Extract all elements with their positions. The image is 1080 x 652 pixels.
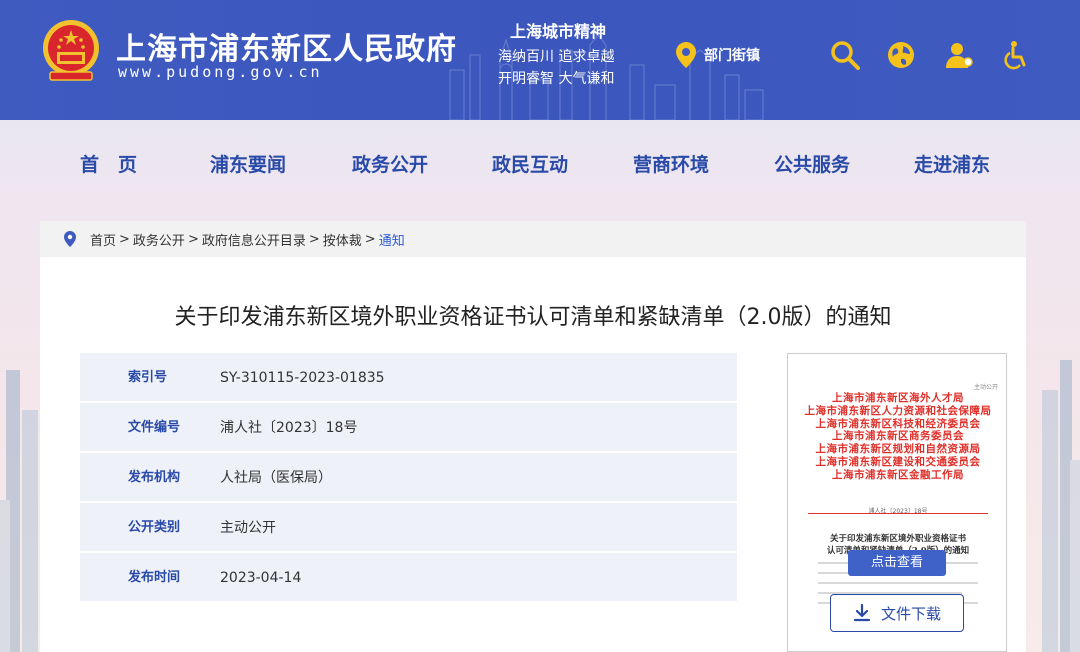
- preview-issuer-line: 上海市浦东新区建设和交通委员会: [815, 455, 981, 468]
- download-label: 文件下载: [880, 604, 941, 623]
- dept-street-label: 部门街镇: [704, 48, 760, 64]
- meta-value: 人社局（医保局）: [220, 470, 332, 486]
- breadcrumb-separator: >: [187, 231, 199, 247]
- meta-value: SY-310115-2023-01835: [220, 370, 385, 386]
- meta-value: 浦人社〔2023〕18号: [220, 420, 358, 436]
- city-spirit-title: 上海城市精神: [510, 22, 607, 41]
- breadcrumb-by-genre[interactable]: 按体裁: [323, 230, 362, 249]
- preview-issuer-line: 上海市浦东新区商务委员会: [832, 430, 964, 443]
- download-file-button[interactable]: 文件下载: [830, 594, 964, 632]
- meta-value: 主动公开: [220, 520, 276, 536]
- nav-item-public-service[interactable]: 公共服务: [774, 150, 850, 177]
- user-icon[interactable]: [944, 40, 974, 70]
- location-pin-icon: [64, 231, 76, 247]
- document-preview: 主动公开 上海市浦东新区海外人才局 上海市浦东新区人力资源和社会保障局 上海市浦…: [787, 353, 1007, 652]
- view-document-button[interactable]: 点击查看: [848, 550, 946, 576]
- city-spirit-line: 开明睿智 大气谦和: [498, 71, 615, 87]
- meta-key: 索引号: [128, 370, 168, 385]
- preview-doc-title-line: 关于印发浦东新区境外职业资格证书: [829, 534, 966, 544]
- meta-key: 发布时间: [128, 570, 181, 585]
- preview-issuer-line: 上海市浦东新区人力资源和社会保障局: [804, 404, 992, 417]
- site-header: 上海市浦东新区人民政府 www.pudong.gov.cn 上海城市精神 海纳百…: [0, 0, 1080, 120]
- meta-row-index: 索引号 SY-310115-2023-01835: [80, 353, 737, 403]
- site-url: www.pudong.gov.cn: [118, 63, 323, 81]
- breadcrumb: 首页 > 政务公开 > 政府信息公开目录 > 按体裁 > 通知: [40, 221, 1026, 257]
- city-spirit-line: 海纳百川 追求卓越: [498, 49, 615, 65]
- nav-item-gov-affairs[interactable]: 政务公开: [352, 150, 428, 177]
- globe-icon[interactable]: [886, 40, 916, 70]
- nav-item-pudong-news[interactable]: 浦东要闻: [210, 150, 286, 177]
- city-decoration: [0, 370, 38, 652]
- city-decoration: [1042, 360, 1080, 652]
- preview-issuer-line: 上海市浦东新区海外人才局: [832, 392, 964, 404]
- meta-value: 2023-04-14: [220, 570, 302, 586]
- meta-row-category: 公开类别 主动公开: [80, 503, 737, 553]
- content-card: 首页 > 政务公开 > 政府信息公开目录 > 按体裁 > 通知 关于印发浦东新区…: [40, 221, 1026, 652]
- nav-item-about-pudong[interactable]: 走进浦东: [914, 150, 990, 177]
- nav-item-business[interactable]: 营商环境: [633, 150, 709, 177]
- meta-row-doc-number: 文件编号 浦人社〔2023〕18号: [80, 403, 737, 453]
- preview-issuer-header: 上海市浦东新区海外人才局 上海市浦东新区人力资源和社会保障局 上海市浦东新区科技…: [798, 392, 998, 482]
- meta-key: 发布机构: [128, 470, 181, 485]
- breadcrumb-gov-affairs[interactable]: 政务公开: [133, 230, 185, 249]
- accessibility-icon[interactable]: [1000, 40, 1030, 70]
- breadcrumb-home[interactable]: 首页: [90, 230, 116, 249]
- breadcrumb-separator: >: [364, 231, 376, 247]
- location-icon: [676, 42, 696, 68]
- nav-item-interaction[interactable]: 政民互动: [492, 150, 568, 177]
- preview-issuer-line: 上海市浦东新区规划和自然资源局: [815, 443, 981, 456]
- site-title[interactable]: 上海市浦东新区人民政府: [116, 24, 457, 68]
- download-icon: [853, 604, 871, 622]
- meta-key: 公开类别: [128, 520, 181, 535]
- document-title: 关于印发浦东新区境外职业资格证书认可清单和紧缺清单（2.0版）的通知: [174, 305, 892, 330]
- preview-issuer-line: 上海市浦东新区金融工作局: [832, 468, 964, 481]
- breadcrumb-separator: >: [119, 231, 130, 247]
- preview-corner-label: 主动公开: [973, 384, 998, 391]
- main-nav: 首 页 浦东要闻 政务公开 政民互动 营商环境 公共服务 走进浦东: [40, 150, 1040, 186]
- dept-street-link[interactable]: 部门街镇: [676, 42, 760, 68]
- breadcrumb-separator: >: [308, 231, 320, 247]
- search-icon[interactable]: [830, 40, 860, 70]
- breadcrumb-current[interactable]: 通知: [379, 230, 405, 249]
- meta-key: 文件编号: [128, 420, 181, 435]
- preview-issuer-line: 上海市浦东新区科技和经济委员会: [815, 417, 981, 430]
- national-emblem-icon[interactable]: [40, 18, 102, 84]
- meta-row-publish-date: 发布时间 2023-04-14: [80, 553, 737, 603]
- breadcrumb-info-catalog[interactable]: 政府信息公开目录: [202, 230, 306, 249]
- preview-red-rule: [808, 513, 988, 514]
- nav-item-home[interactable]: 首 页: [80, 150, 137, 177]
- meta-row-issuer: 发布机构 人社局（医保局）: [80, 453, 737, 503]
- document-meta-table: 索引号 SY-310115-2023-01835 文件编号 浦人社〔2023〕1…: [80, 353, 737, 603]
